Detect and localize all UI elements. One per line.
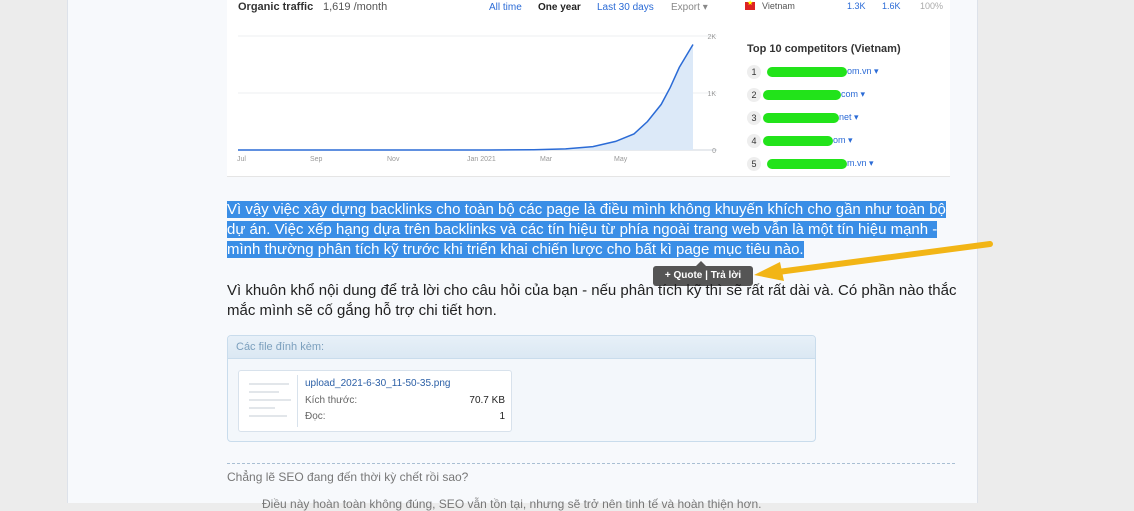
redacted-mark xyxy=(767,67,847,77)
file-size-value: 70.7 KB xyxy=(469,395,505,406)
annotation-arrow-icon xyxy=(754,241,993,281)
competitor-rank: 2 xyxy=(747,88,761,102)
redacted-mark xyxy=(763,90,841,100)
competitor-1[interactable]: 1 om.vn ▾ xyxy=(747,65,947,81)
next-thread-excerpt: Điều này hoàn toàn không đúng, SEO vẫn t… xyxy=(262,497,762,511)
competitor-5[interactable]: 5 m.vn ▾ xyxy=(747,157,947,173)
organic-traffic-panel: Organic traffic 1,619 /month All time On… xyxy=(227,0,724,176)
x-tick-label: Nov xyxy=(387,156,400,163)
y-tick-label: 0 xyxy=(712,148,716,155)
redacted-mark xyxy=(767,159,847,169)
file-size-label: Kích thước: xyxy=(305,395,358,406)
traffic-chart: Jul Sep Nov Jan 2021 Mar May 2K 1K 0 xyxy=(237,34,717,163)
section-divider xyxy=(227,463,955,464)
attachments-box: Các file đính kèm: upload_2021-6-30_11-5… xyxy=(227,335,816,442)
x-tick-label: Jul xyxy=(237,156,246,163)
attachment-file[interactable]: upload_2021-6-30_11-50-35.png Kích thước… xyxy=(238,370,512,432)
competitor-rank: 1 xyxy=(747,65,761,79)
file-name-link[interactable]: upload_2021-6-30_11-50-35.png xyxy=(305,378,451,389)
redacted-mark xyxy=(763,113,839,123)
post-paragraph: Vì khuôn khổ nội dung để trả lời cho câu… xyxy=(227,282,957,319)
x-tick-label: May xyxy=(614,156,628,163)
country-value-1[interactable]: 1.3K xyxy=(847,1,866,11)
competitors-title: Top 10 competitors (Vietnam) xyxy=(747,43,901,55)
competitor-rank: 5 xyxy=(747,157,761,171)
x-tick-label: Sep xyxy=(310,156,323,163)
country-value-2[interactable]: 1.6K xyxy=(882,1,901,11)
vietnam-flag-icon xyxy=(745,0,755,10)
attached-screenshot: Organic traffic 1,619 /month All time On… xyxy=(227,0,950,177)
file-thumbnail[interactable] xyxy=(243,375,298,427)
competitor-domain[interactable]: om ▾ xyxy=(833,135,853,146)
competitors-panel: Vietnam 1.3K 1.6K 100% Top 10 competitor… xyxy=(736,0,950,176)
y-tick-label: 1K xyxy=(707,91,716,98)
competitor-domain[interactable]: om.vn ▾ xyxy=(847,66,879,77)
competitor-rank: 4 xyxy=(747,134,761,148)
country-row: Vietnam 1.3K 1.6K 100% xyxy=(745,0,945,13)
x-tick-label: Jan 2021 xyxy=(467,156,496,163)
y-tick-label: 2K xyxy=(707,34,716,41)
competitor-domain[interactable]: m.vn ▾ xyxy=(847,158,874,169)
country-name: Vietnam xyxy=(762,1,795,11)
file-views-value: 1 xyxy=(499,411,505,422)
traffic-area xyxy=(238,44,693,150)
country-percent: 100% xyxy=(920,1,944,11)
competitor-domain[interactable]: net ▾ xyxy=(839,112,859,123)
x-tick-label: Mar xyxy=(540,156,553,163)
traffic-line xyxy=(238,44,694,151)
competitor-3[interactable]: 3 net ▾ xyxy=(747,111,947,127)
competitor-domain[interactable]: com ▾ xyxy=(841,89,865,100)
attachments-header: Các file đính kèm: xyxy=(228,336,815,359)
next-thread-title[interactable]: Chẳng lẽ SEO đang đến thời kỳ chết rồi s… xyxy=(227,470,468,484)
competitor-4[interactable]: 4 om ▾ xyxy=(747,134,947,150)
redacted-mark xyxy=(763,136,833,146)
file-views-label: Đọc: xyxy=(305,411,326,422)
competitor-2[interactable]: 2 com ▾ xyxy=(747,88,947,104)
competitor-rank: 3 xyxy=(747,111,761,125)
